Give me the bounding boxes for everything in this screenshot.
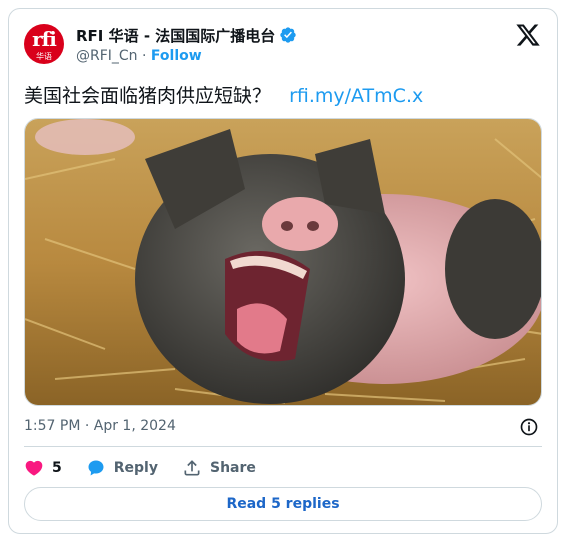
tweet-photo[interactable] — [24, 118, 542, 406]
reply-label: Reply — [113, 460, 158, 476]
handle-separator: · — [142, 48, 147, 64]
like-button[interactable]: 5 — [24, 458, 62, 478]
tweet-body: 美国社会面临猪肉供应短缺？ — [24, 85, 272, 107]
reply-button[interactable]: Reply — [86, 458, 158, 478]
reply-bubble-icon — [88, 460, 104, 476]
display-name[interactable]: RFI 华语 - 法国国际广播电台 — [76, 25, 275, 46]
tweet-text: 美国社会面临猪肉供应短缺？ rfi.my/ATmC.x — [24, 83, 423, 109]
share-button[interactable]: Share — [182, 458, 256, 478]
share-icon — [184, 460, 200, 476]
avatar[interactable]: rfi 华语 — [24, 24, 64, 64]
divider — [24, 446, 542, 447]
author-name-row: RFI 华语 - 法国国际广播电台 — [76, 25, 297, 45]
x-logo-icon[interactable] — [515, 22, 541, 48]
tweet-link[interactable]: rfi.my/ATmC.x — [289, 85, 423, 107]
like-count: 5 — [52, 460, 62, 476]
heart-icon — [25, 460, 43, 476]
action-bar: 5 Reply Share — [24, 456, 280, 480]
info-icon[interactable] — [519, 417, 539, 437]
avatar-sub: 华语 — [36, 52, 52, 61]
read-replies-button[interactable]: Read 5 replies — [24, 487, 542, 521]
verified-badge-icon — [280, 27, 296, 43]
tweet-timestamp[interactable]: 1:57 PM · Apr 1, 2024 — [24, 418, 176, 434]
avatar-logo: rfi — [32, 27, 57, 51]
pig-photo-illustration — [25, 119, 541, 405]
share-label: Share — [209, 460, 256, 476]
author-handle-row: @RFI_Cn · Follow — [76, 48, 202, 64]
follow-button[interactable]: Follow — [151, 48, 202, 64]
author-handle[interactable]: @RFI_Cn — [76, 48, 138, 64]
